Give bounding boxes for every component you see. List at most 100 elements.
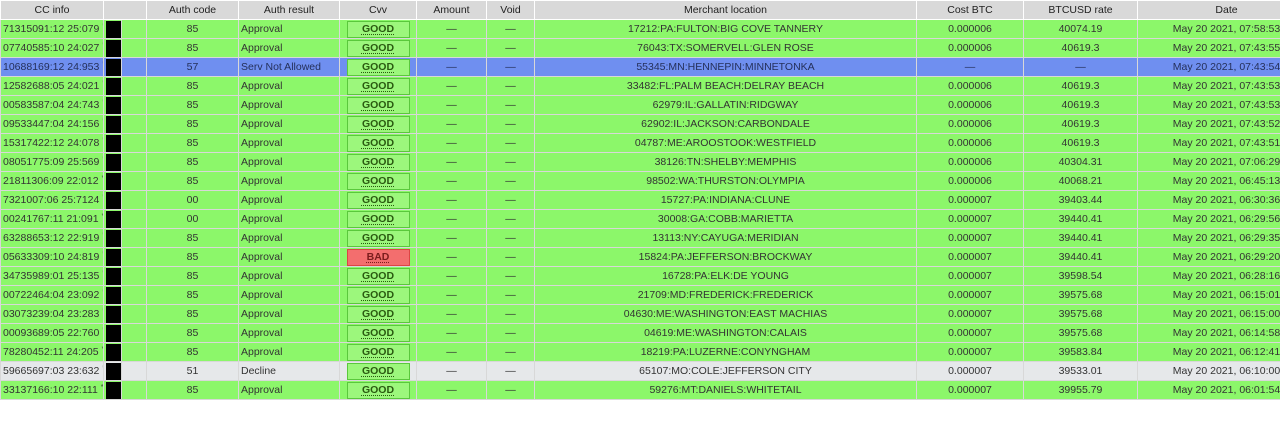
btcusd-rate-cell: 39575.68 [1023,285,1138,305]
cc-info-cell[interactable]: 05633309:10 24:819* [0,247,104,267]
btcusd-rate-cell: 40619.3 [1023,38,1138,58]
cvv-status-badge[interactable]: BAD [346,248,410,266]
header-btcusd-rate[interactable]: BTCUSD rate [1023,0,1138,20]
auth-result-cell: Approval [238,190,340,210]
cc-info-cell[interactable]: 00093689:05 22:760* [0,323,104,343]
auth-code-cell: 51 [146,361,239,381]
table-row[interactable]: 08051775:09 25:569*85ApprovalGOOD——38126… [0,152,1280,172]
cvv-status-badge[interactable]: GOOD [346,191,410,209]
date-cell: May 20 2021, 06:28:16 [1137,266,1280,286]
cvv-status-badge[interactable]: GOOD [346,267,410,285]
auth-code-cell: 85 [146,19,239,39]
card-thumbnail [106,210,121,228]
header-auth-result[interactable]: Auth result [238,0,340,20]
cvv-status-badge[interactable]: GOOD [346,172,410,190]
header-auth-code[interactable]: Auth code [146,0,239,20]
cc-info-text: 08051775:09 25:569 [3,156,100,168]
auth-code-cell: 85 [146,247,239,267]
cc-info-cell[interactable]: 00722464:04 23:092* [0,285,104,305]
cvv-status-badge[interactable]: GOOD [346,77,410,95]
header-merchant-location[interactable]: Merchant location [534,0,917,20]
table-row[interactable]: 15317422:12 24:078*85ApprovalGOOD——04787… [0,133,1280,153]
card-thumbnail [106,20,121,38]
merchant-location-cell: 38126:TN:SHELBY:MEMPHIS [534,152,917,172]
cc-info-cell[interactable]: 71315091:12 25:079* [0,19,104,39]
amount-cell: — [416,38,487,58]
card-image-cell [103,209,122,229]
cc-info-cell[interactable]: 10688169:12 24:953* [0,57,104,77]
cc-info-cell[interactable]: 59665697:03 23:632* [0,361,104,381]
cvv-status-badge[interactable]: GOOD [346,381,410,399]
table-row[interactable]: 03073239:04 23:283*85ApprovalGOOD——04630… [0,304,1280,324]
table-row[interactable]: 00722464:04 23:092*85ApprovalGOOD——21709… [0,285,1280,305]
merchant-location-cell: 15824:PA:JEFFERSON:BROCKWAY [534,247,917,267]
table-row[interactable]: 00583587:04 24:743*85ApprovalGOOD——62979… [0,95,1280,115]
card-image-cell [103,323,122,343]
date-cell: May 20 2021, 07:43:53 [1137,76,1280,96]
cc-info-cell[interactable]: 00241767:11 21:091* [0,209,104,229]
cc-info-cell[interactable]: 78280452:11 24:205* [0,342,104,362]
cost-btc-cell: 0.000006 [916,76,1024,96]
cc-info-cell[interactable]: 08051775:09 25:569* [0,152,104,172]
cvv-status-badge[interactable]: GOOD [346,153,410,171]
card-thumbnail [106,77,121,95]
table-row[interactable]: 33137166:10 22:111 * 85 Approval GOOD — —59276… [0,380,1280,400]
cvv-cell: GOOD [339,209,417,229]
table-row[interactable]: 07740585:10 24:027*85ApprovalGOOD——76043… [0,38,1280,58]
cvv-status-badge[interactable]: GOOD [346,39,410,57]
header-date[interactable]: Date [1137,0,1280,20]
header-cc-info[interactable]: CC info [0,0,104,20]
cvv-status-badge[interactable]: GOOD [346,210,410,228]
table-row[interactable]: 34735989:01 25:135*85ApprovalGOOD——16728… [0,266,1280,286]
cvv-status-badge[interactable]: GOOD [346,134,410,152]
cc-info-cell[interactable]: 00583587:04 24:743* [0,95,104,115]
cvv-status-badge[interactable]: GOOD [346,324,410,342]
cc-info-cell[interactable]: 07740585:10 24:027* [0,38,104,58]
table-row[interactable]: 10688169:12 24:953* 57Serv Not Allowed GOO… [0,57,1280,77]
cc-info-cell[interactable]: 03073239:04 23:283* [0,304,104,324]
card-thumbnail [106,343,121,361]
table-row[interactable]: 7321007:06 25:7124*00ApprovalGOOD——15727… [0,190,1280,210]
cvv-status-badge[interactable]: GOOD [346,229,410,247]
auth-result-cell: Approval [238,38,340,58]
table-row[interactable]: 71315091:12 25:079*85ApprovalGOOD——17212… [0,19,1280,39]
cc-info-cell[interactable]: 21811306:09 22:012* [0,171,104,191]
table-row[interactable]: 00093689:05 22:760*85ApprovalGOOD——04619… [0,323,1280,343]
cost-btc-cell: 0.000006 [916,95,1024,115]
cost-btc-cell: 0.000007 [916,266,1024,286]
table-row[interactable]: 63288653:12 22:919*85ApprovalGOOD——13113… [0,228,1280,248]
merchant-location-cell: 65107:MO:COLE:JEFFERSON CITY [534,361,917,381]
cc-info-cell[interactable]: 12582688:05 24:021* [0,76,104,96]
cc-info-cell[interactable]: 09533447:04 24:156* [0,114,104,134]
cvv-status-badge[interactable]: GOOD [346,305,410,323]
cost-btc-cell: 0.000007 [916,285,1024,305]
cvv-status-badge[interactable]: GOOD [346,286,410,304]
cc-info-cell[interactable]: 34735989:01 25:135* [0,266,104,286]
card-image-cell [103,19,122,39]
cvv-status-badge[interactable]: GOOD [346,20,410,38]
cc-info-cell[interactable]: 33137166:10 22:111 * [0,380,104,400]
table-row[interactable]: 05633309:10 24:819*85ApprovalBAD——15824:… [0,247,1280,267]
cc-info-cell[interactable]: 63288653:12 22:919* [0,228,104,248]
cvv-status-badge[interactable]: GOOD [346,362,410,380]
header-void[interactable]: Void [486,0,535,20]
header-cvv[interactable]: Cvv [339,0,417,20]
merchant-location-cell: 15727:PA:INDIANA:CLUNE [534,190,917,210]
table-row[interactable]: 09533447:04 24:156*85ApprovalGOOD——62902… [0,114,1280,134]
cc-info-cell[interactable]: 15317422:12 24:078* [0,133,104,153]
cvv-status-badge[interactable]: GOOD [346,115,410,133]
cvv-status-badge[interactable]: GOOD [346,343,410,361]
header-amount[interactable]: Amount [416,0,487,20]
cc-info-text: 07740585:10 24:027 [3,42,100,54]
card-image-cell [103,266,122,286]
table-row[interactable]: 00241767:11 21:091*00ApprovalGOOD——30008… [0,209,1280,229]
header-cost-btc[interactable]: Cost BTC [916,0,1024,20]
cc-info-cell[interactable]: 7321007:06 25:7124* [0,190,104,210]
table-row[interactable]: 78280452:11 24:205*85ApprovalGOOD——18219… [0,342,1280,362]
cvv-status-badge[interactable]: GOOD [346,58,410,76]
cc-info-text: 33137166:10 22:111 [3,384,98,396]
table-row[interactable]: 59665697:03 23:632*51DeclineGOOD——65107:… [0,361,1280,381]
cvv-status-badge[interactable]: GOOD [346,96,410,114]
table-row[interactable]: 21811306:09 22:012*85ApprovalGOOD——98502… [0,171,1280,191]
table-row[interactable]: 12582688:05 24:021*85ApprovalGOOD——33482… [0,76,1280,96]
